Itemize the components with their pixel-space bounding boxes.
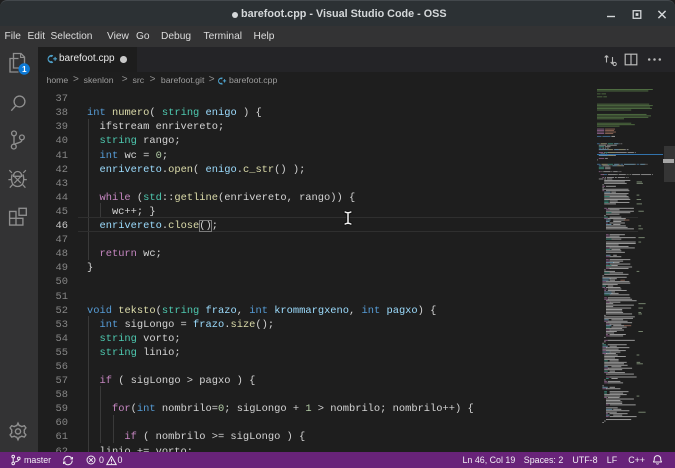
svg-text:1: 1 — [22, 65, 27, 74]
